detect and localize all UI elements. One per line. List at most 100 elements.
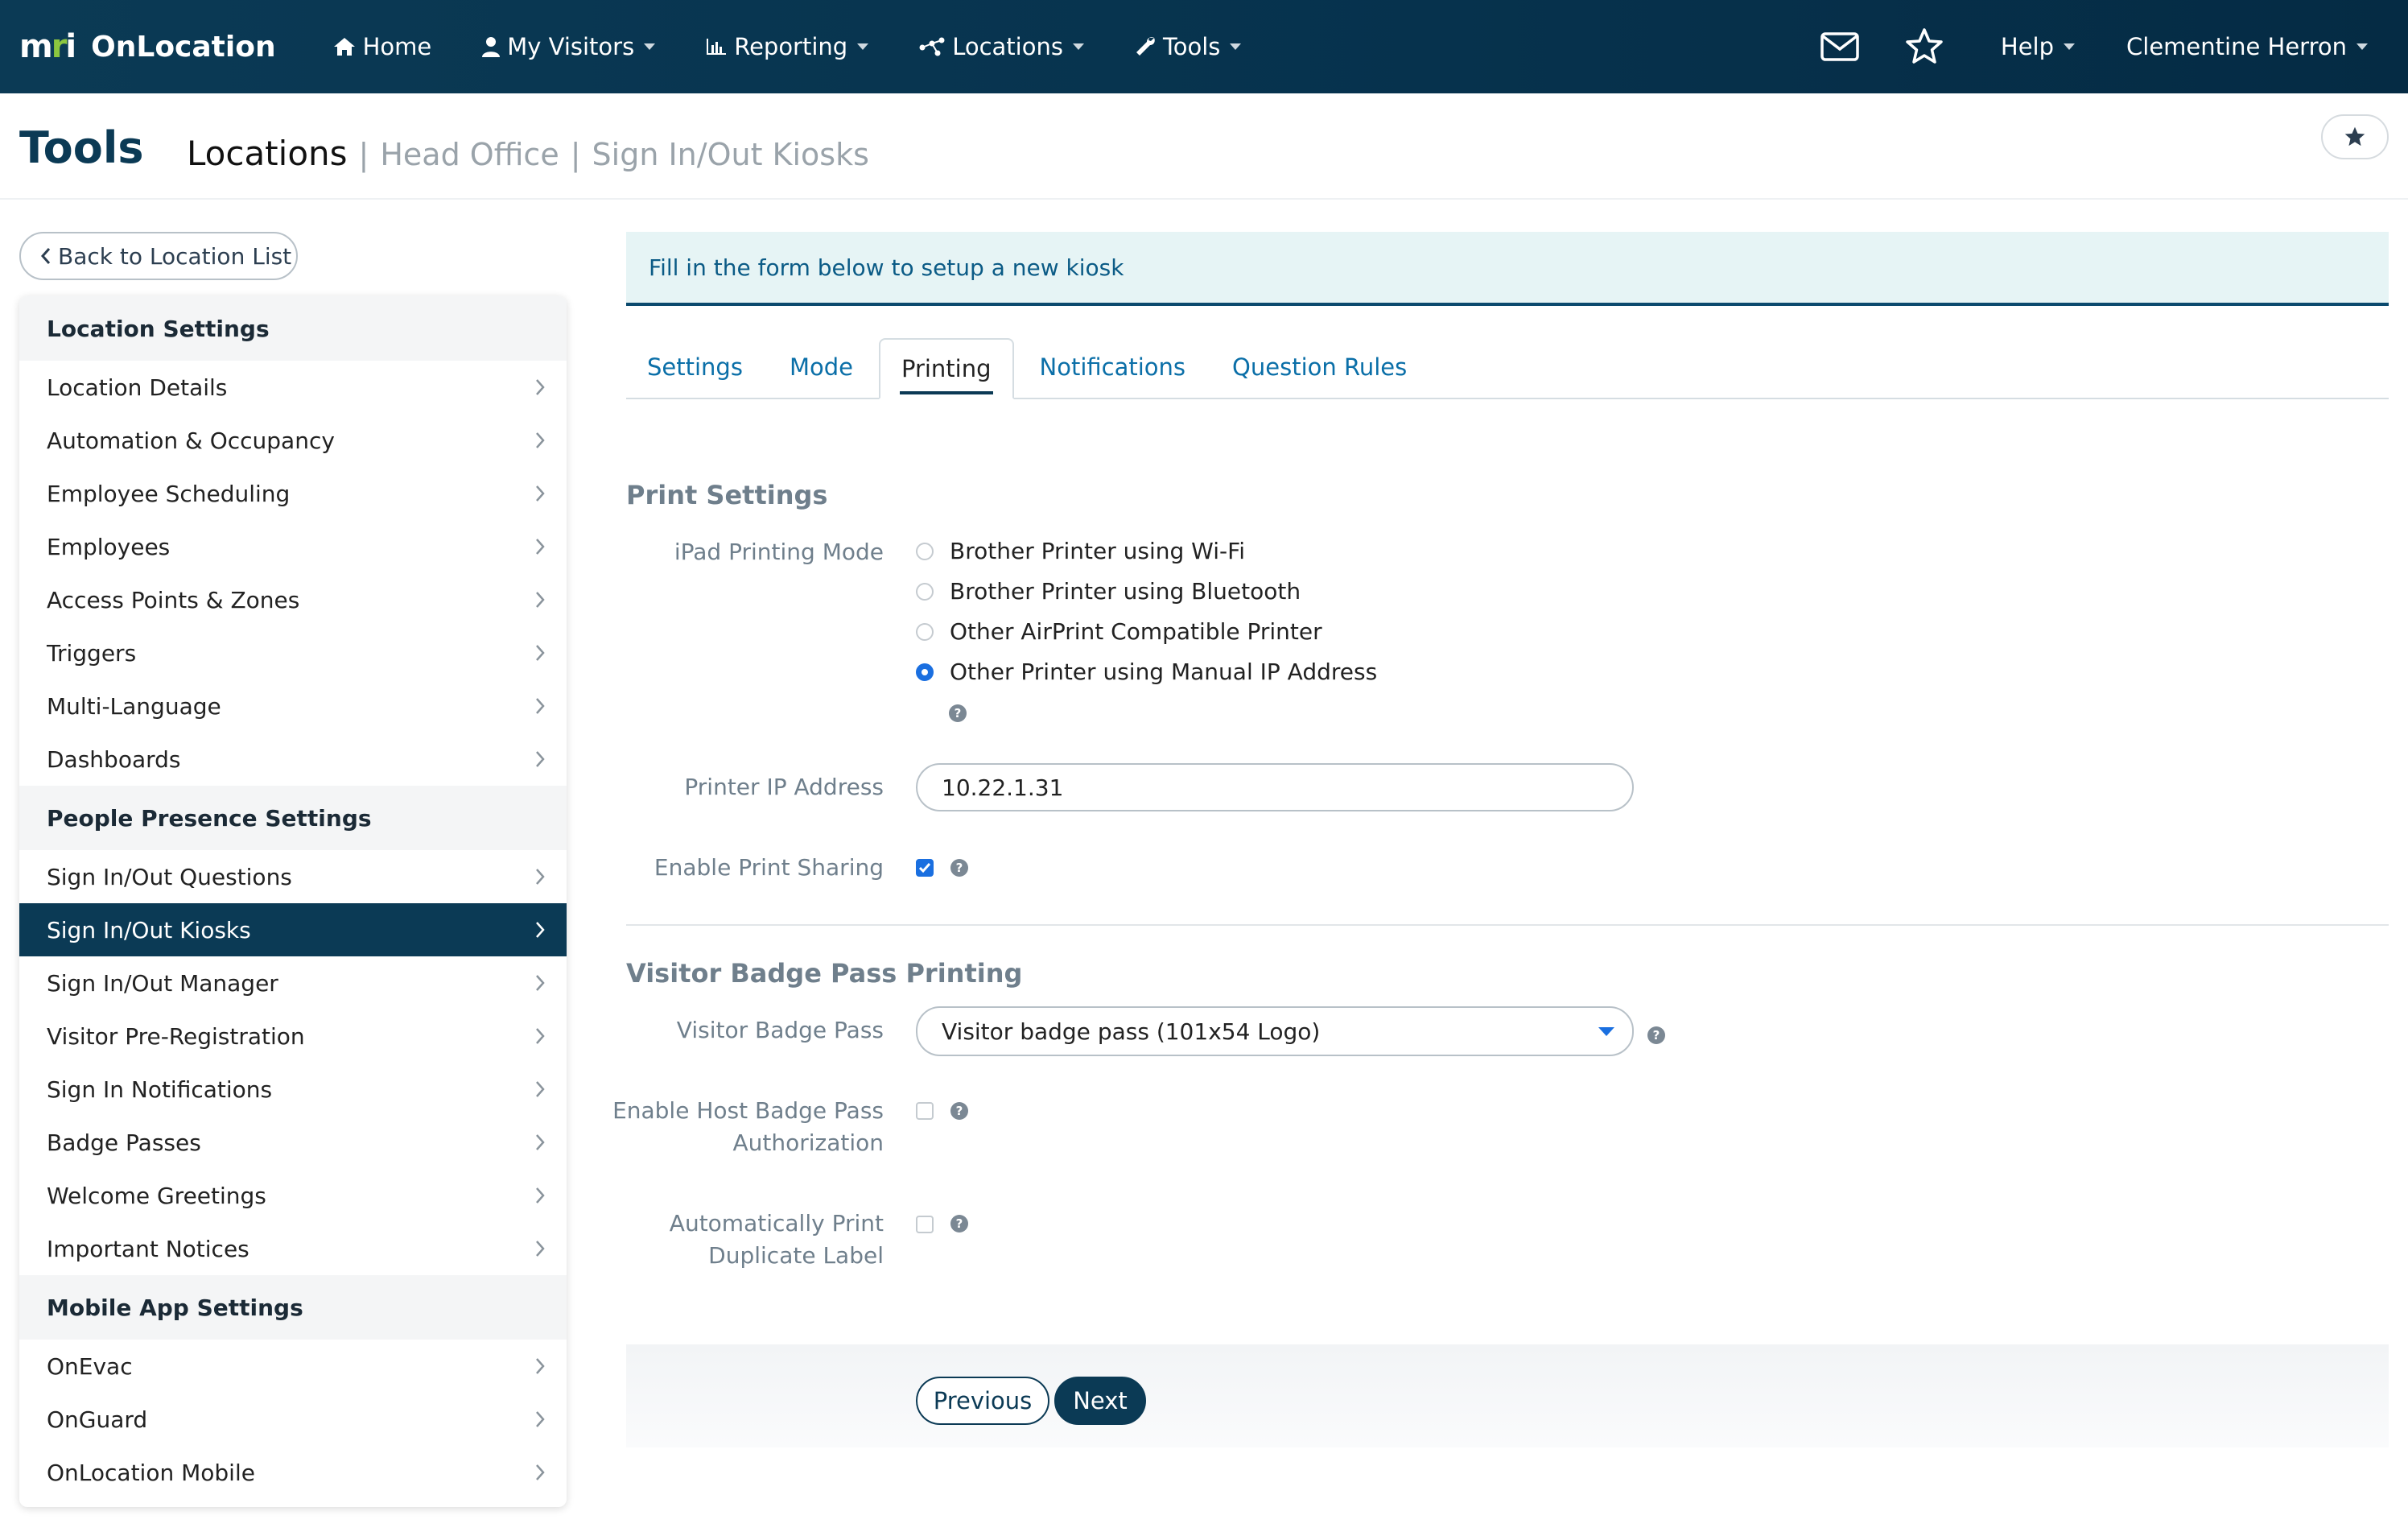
visitor-badge-pass-select[interactable]: Visitor badge pass (101x54 Logo) bbox=[916, 1006, 1634, 1056]
host-badge-auth-label-line1: Enable Host Badge Pass bbox=[612, 1097, 884, 1124]
tab-mode[interactable]: Mode bbox=[769, 337, 874, 398]
help-icon[interactable]: ? bbox=[950, 1214, 969, 1233]
sidebar-item-important-notices[interactable]: Important Notices bbox=[19, 1222, 567, 1275]
next-button[interactable]: Next bbox=[1054, 1377, 1146, 1425]
favorite-button[interactable] bbox=[2321, 114, 2389, 159]
sidebar-item-sign-in-out-manager[interactable]: Sign In/Out Manager bbox=[19, 956, 567, 1010]
radio-label: Other Printer using Manual IP Address bbox=[950, 659, 1378, 685]
help-icon[interactable]: ? bbox=[950, 858, 969, 877]
nav-reporting[interactable]: Reporting bbox=[705, 33, 869, 60]
chevron-right-icon bbox=[534, 974, 546, 992]
page-header: Tools Locations | Head Office | Sign In/… bbox=[0, 93, 2408, 200]
sidebar-item-location-details[interactable]: Location Details bbox=[19, 361, 567, 414]
nav-locations[interactable]: Locations bbox=[918, 33, 1084, 60]
tab-question-rules[interactable]: Question Rules bbox=[1211, 337, 1428, 398]
wrench-icon bbox=[1134, 35, 1157, 58]
ipad-printing-mode-label: iPad Printing Mode bbox=[674, 539, 884, 565]
chevron-right-icon bbox=[534, 1357, 546, 1375]
sidebar-item-triggers[interactable]: Triggers bbox=[19, 626, 567, 679]
auto-print-duplicate-label: Automatically Print Duplicate Label bbox=[612, 1208, 884, 1272]
logo-r: r bbox=[51, 28, 68, 65]
printing-mode-option[interactable]: Other Printer using Manual IP Address bbox=[916, 659, 1377, 685]
sidebar-item-label: OnEvac bbox=[47, 1352, 133, 1380]
chevron-down-icon bbox=[1230, 43, 1242, 50]
sidebar-item-onlocation-mobile[interactable]: OnLocation Mobile bbox=[19, 1446, 567, 1499]
tab-settings[interactable]: Settings bbox=[626, 337, 764, 398]
back-to-location-list-button[interactable]: Back to Location List bbox=[19, 232, 298, 280]
svg-text:?: ? bbox=[956, 1216, 963, 1231]
printing-mode-option[interactable]: Brother Printer using Wi-Fi bbox=[916, 538, 1245, 564]
sidebar-item-employees[interactable]: Employees bbox=[19, 520, 567, 573]
nav-home[interactable]: Home bbox=[332, 33, 431, 60]
breadcrumb-head-office[interactable]: Head Office bbox=[380, 137, 559, 172]
tab-printing[interactable]: Printing bbox=[878, 338, 1014, 399]
breadcrumb: Locations | Head Office | Sign In/Out Ki… bbox=[187, 134, 869, 173]
sidebar-item-label: Triggers bbox=[47, 639, 137, 667]
sidebar-item-welcome-greetings[interactable]: Welcome Greetings bbox=[19, 1169, 567, 1222]
nav-user-menu[interactable]: Clementine Herron bbox=[2126, 33, 2368, 60]
chevron-right-icon bbox=[534, 431, 546, 449]
help-icon[interactable]: ? bbox=[948, 704, 967, 723]
enable-print-sharing-label: Enable Print Sharing bbox=[654, 854, 884, 881]
sidebar-item-label: Welcome Greetings bbox=[47, 1182, 266, 1209]
kiosk-tabs: Settings Mode Printing Notifications Questio… bbox=[626, 338, 2389, 399]
printing-mode-option[interactable]: Brother Printer using Bluetooth bbox=[916, 578, 1301, 605]
nav-right: Help Clementine Herron bbox=[1820, 0, 2408, 93]
chevron-right-icon bbox=[534, 750, 546, 768]
previous-button[interactable]: Previous bbox=[916, 1377, 1049, 1425]
sidebar-item-label: Access Points & Zones bbox=[47, 586, 300, 613]
page-title: Tools bbox=[19, 122, 144, 173]
breadcrumb-locations[interactable]: Locations bbox=[187, 134, 348, 173]
star-icon bbox=[2343, 126, 2367, 148]
sidebar-item-employee-scheduling[interactable]: Employee Scheduling bbox=[19, 467, 567, 520]
host-badge-auth-checkbox[interactable] bbox=[916, 1102, 934, 1120]
chevron-right-icon bbox=[534, 1133, 546, 1151]
active-tab-indicator bbox=[899, 391, 993, 394]
sidebar-item-dashboards[interactable]: Dashboards bbox=[19, 733, 567, 786]
nav-help[interactable]: Help bbox=[2001, 33, 2076, 60]
help-icon[interactable]: ? bbox=[1647, 1026, 1666, 1045]
enable-print-sharing-checkbox[interactable] bbox=[916, 859, 934, 877]
radio-button[interactable] bbox=[916, 622, 934, 641]
help-icon[interactable]: ? bbox=[950, 1101, 969, 1121]
sidebar-item-badge-passes[interactable]: Badge Passes bbox=[19, 1116, 567, 1169]
sidebar-item-label: OnLocation Mobile bbox=[47, 1459, 255, 1486]
sidebar-item-label: Employees bbox=[47, 533, 171, 560]
printing-mode-option[interactable]: Other AirPrint Compatible Printer bbox=[916, 618, 1322, 645]
home-icon bbox=[332, 36, 357, 57]
svg-text:?: ? bbox=[956, 861, 963, 875]
tab-label: Question Rules bbox=[1232, 353, 1408, 381]
nav-tools[interactable]: Tools bbox=[1134, 33, 1242, 60]
nav-my-visitors[interactable]: My Visitors bbox=[481, 33, 656, 60]
network-icon bbox=[918, 36, 946, 57]
tab-label: Notifications bbox=[1039, 353, 1186, 381]
sidebar-group-title: Location Settings bbox=[19, 296, 567, 361]
chevron-down-icon bbox=[2064, 43, 2076, 50]
sidebar-item-onguard[interactable]: OnGuard bbox=[19, 1393, 567, 1446]
radio-button[interactable] bbox=[916, 582, 934, 601]
sidebar-item-sign-in-notifications[interactable]: Sign In Notifications bbox=[19, 1063, 567, 1116]
sidebar-item-label: Dashboards bbox=[47, 745, 181, 773]
brand[interactable]: mri OnLocation bbox=[19, 31, 276, 64]
auto-print-duplicate-label-line2: Duplicate Label bbox=[708, 1242, 884, 1269]
star-icon[interactable] bbox=[1904, 27, 1944, 66]
sidebar-item-label: Multi-Language bbox=[47, 692, 221, 720]
mail-icon[interactable] bbox=[1820, 32, 1859, 61]
sidebar-item-onevac[interactable]: OnEvac bbox=[19, 1340, 567, 1393]
tab-notifications[interactable]: Notifications bbox=[1019, 337, 1207, 398]
logo-m: m bbox=[19, 28, 53, 65]
radio-button[interactable] bbox=[916, 542, 934, 560]
radio-button[interactable] bbox=[916, 663, 934, 681]
sidebar-item-access-points-zones[interactable]: Access Points & Zones bbox=[19, 573, 567, 626]
nav-locations-label: Locations bbox=[952, 33, 1063, 60]
sidebar-item-sign-in-out-questions[interactable]: Sign In/Out Questions bbox=[19, 850, 567, 903]
sidebar-item-automation-occupancy[interactable]: Automation & Occupancy bbox=[19, 414, 567, 467]
sidebar-item-visitor-pre-registration[interactable]: Visitor Pre-Registration bbox=[19, 1010, 567, 1063]
printer-ip-input[interactable] bbox=[916, 763, 1634, 811]
host-badge-auth-label-line2: Authorization bbox=[732, 1129, 884, 1156]
auto-print-duplicate-checkbox[interactable] bbox=[916, 1216, 934, 1233]
sidebar-item-multi-language[interactable]: Multi-Language bbox=[19, 679, 567, 733]
chevron-left-icon bbox=[40, 247, 52, 265]
chevron-down-icon bbox=[857, 43, 869, 50]
sidebar-item-sign-in-out-kiosks[interactable]: Sign In/Out Kiosks bbox=[19, 903, 567, 956]
